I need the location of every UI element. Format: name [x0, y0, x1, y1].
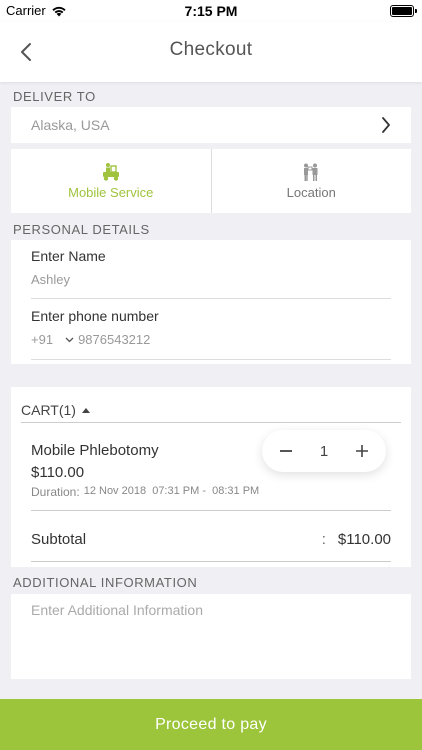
subtotal-value: $110.00	[337, 531, 391, 548]
personal-details-card: Enter Name Ashley Enter phone number +91…	[11, 240, 411, 364]
tab-mobile-service[interactable]: Mobile Service	[11, 149, 211, 213]
quantity-stepper: 1	[262, 430, 386, 472]
name-field-label: Enter Name	[31, 248, 106, 264]
duration-value: 12 Nov 2018 07:31 PM - 08:31 PM	[83, 485, 260, 497]
additional-info-label: ADDITIONAL INFORMATION	[13, 575, 198, 590]
cart-divider	[21, 422, 401, 423]
cart-card: CART(1) Mobile Phlebotomy $110.00 Durati…	[11, 387, 411, 567]
clock: 7:15 PM	[184, 3, 238, 19]
deliver-address-value: Alaska, USA	[31, 117, 110, 133]
name-underline	[31, 298, 391, 299]
cart-item-price: $110.00	[31, 464, 85, 481]
name-field[interactable]: Ashley	[31, 272, 70, 287]
subtotal: : $110.00	[322, 531, 391, 548]
triangle-up-icon	[81, 407, 90, 413]
cart-item-name: Mobile Phlebotomy	[31, 442, 159, 459]
mobile-service-icon	[102, 163, 119, 181]
nav-bar: Checkout	[0, 22, 422, 82]
quantity-value: 1	[319, 442, 329, 460]
subtotal-divider	[31, 561, 391, 562]
phone-underline	[31, 359, 391, 360]
chevron-right-icon	[382, 117, 390, 133]
cart-item-duration: Duration: 12 Nov 2018 07:31 PM - 08:31 P…	[31, 485, 259, 499]
minus-icon[interactable]	[276, 444, 296, 458]
phone-field-label: Enter phone number	[31, 308, 159, 324]
cart-title: CART(1)	[21, 402, 76, 418]
phone-field[interactable]: 9876543212	[78, 332, 150, 347]
country-code: +91	[31, 332, 54, 347]
status-bar: Carrier 7:15 PM	[0, 0, 422, 22]
tab-location[interactable]: Location	[212, 149, 412, 213]
tab-location-label: Location	[286, 185, 336, 200]
chevron-down-icon	[65, 337, 74, 342]
personal-details-label: PERSONAL DETAILS	[13, 222, 150, 237]
proceed-to-pay-button[interactable]: Proceed to pay	[0, 699, 422, 750]
deliver-to-label: DELIVER TO	[13, 89, 96, 104]
deliver-address-row[interactable]: Alaska, USA	[11, 107, 411, 143]
location-icon	[304, 163, 318, 181]
additional-info-input[interactable]	[31, 602, 391, 671]
additional-info-card	[11, 594, 411, 679]
subtotal-colon: :	[321, 531, 326, 548]
service-tabs: Mobile Service Location	[11, 149, 411, 213]
item-divider	[31, 510, 391, 511]
battery-icon	[390, 5, 417, 17]
cart-toggle[interactable]: CART(1)	[21, 402, 91, 418]
subtotal-label: Subtotal	[31, 531, 87, 548]
country-code-selector[interactable]: +91 9876543212	[31, 332, 150, 347]
duration-label: Duration:	[31, 485, 80, 499]
tab-mobile-service-label: Mobile Service	[68, 185, 154, 200]
page-title: Checkout	[169, 39, 253, 60]
plus-icon[interactable]	[352, 444, 372, 458]
